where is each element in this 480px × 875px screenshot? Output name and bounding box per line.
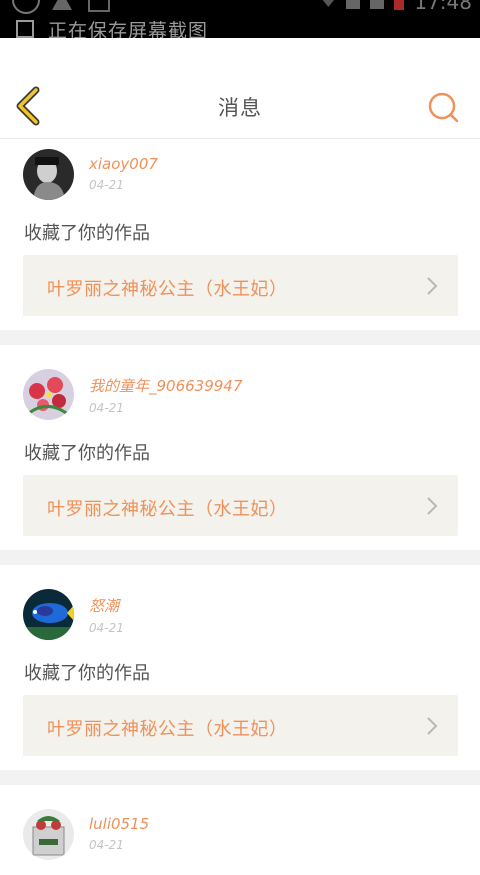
- signal-icon-2: [370, 0, 385, 9]
- work-link[interactable]: 叶罗丽之神秘公主（水王妃）: [23, 255, 458, 316]
- username[interactable]: 怒潮: [89, 595, 124, 616]
- notification-text: 正在保存屏幕截图: [48, 19, 209, 39]
- divider: [0, 770, 480, 785]
- status-time: 17:48: [414, 0, 472, 14]
- message-item: luli0515 04-21: [0, 785, 480, 875]
- chevron-right-icon: [427, 277, 438, 295]
- work-link[interactable]: 叶罗丽之神秘公主（水王妃）: [23, 695, 458, 756]
- message-date: 04-21: [89, 401, 124, 415]
- username[interactable]: luli0515: [89, 815, 149, 833]
- top-bar: 消息: [0, 38, 480, 139]
- message-date: 04-21: [89, 621, 124, 635]
- work-link[interactable]: 叶罗丽之神秘公主（水王妃）: [23, 475, 458, 536]
- message-date: 04-21: [89, 178, 124, 192]
- divider: [0, 550, 480, 565]
- username[interactable]: 我的童年_906639947: [89, 375, 242, 396]
- divider: [0, 330, 480, 345]
- work-title: 叶罗丽之神秘公主（水王妃）: [47, 719, 288, 740]
- message-date: 04-21: [89, 838, 124, 852]
- screenshot-notification: 正在保存屏幕截图: [16, 18, 208, 38]
- battery-icon: [394, 0, 405, 10]
- avatar[interactable]: [23, 809, 74, 860]
- image-icon: [88, 0, 110, 12]
- action-text: 收藏了你的作品: [24, 443, 150, 464]
- avatar[interactable]: [23, 589, 74, 640]
- search-icon[interactable]: [426, 90, 460, 124]
- work-title: 叶罗丽之神秘公主（水王妃）: [47, 279, 288, 300]
- work-title: 叶罗丽之神秘公主（水王妃）: [47, 499, 288, 520]
- message-header: 怒潮 04-21: [23, 589, 124, 640]
- avatar[interactable]: [23, 369, 74, 420]
- wifi-icon: [320, 0, 337, 7]
- warning-icon: [52, 0, 72, 10]
- message-item: xiaoy007 04-21 收藏了你的作品 叶罗丽之神秘公主（水王妃）: [0, 139, 480, 330]
- message-item: 我的童年_906639947 04-21 收藏了你的作品 叶罗丽之神秘公主（水王…: [0, 345, 480, 550]
- action-text: 收藏了你的作品: [24, 663, 150, 684]
- status-bar: 17:48 正在保存屏幕截图: [0, 0, 480, 38]
- chevron-right-icon: [427, 717, 438, 735]
- message-item: 怒潮 04-21 收藏了你的作品 叶罗丽之神秘公主（水王妃）: [0, 565, 480, 770]
- message-header: 我的童年_906639947 04-21: [23, 369, 242, 420]
- status-icon: [12, 0, 40, 14]
- signal-icon: [346, 0, 361, 9]
- message-list: xiaoy007 04-21 收藏了你的作品 叶罗丽之神秘公主（水王妃） 我的童…: [0, 139, 480, 875]
- message-header: luli0515 04-21: [23, 809, 149, 860]
- message-header: xiaoy007 04-21: [23, 149, 158, 200]
- action-text: 收藏了你的作品: [24, 223, 150, 244]
- avatar[interactable]: [23, 149, 74, 200]
- status-right-icons: 17:48: [320, 0, 472, 14]
- page-title: 消息: [218, 96, 262, 120]
- username[interactable]: xiaoy007: [89, 155, 158, 173]
- chevron-right-icon: [427, 497, 438, 515]
- screenshot-icon: [16, 20, 34, 38]
